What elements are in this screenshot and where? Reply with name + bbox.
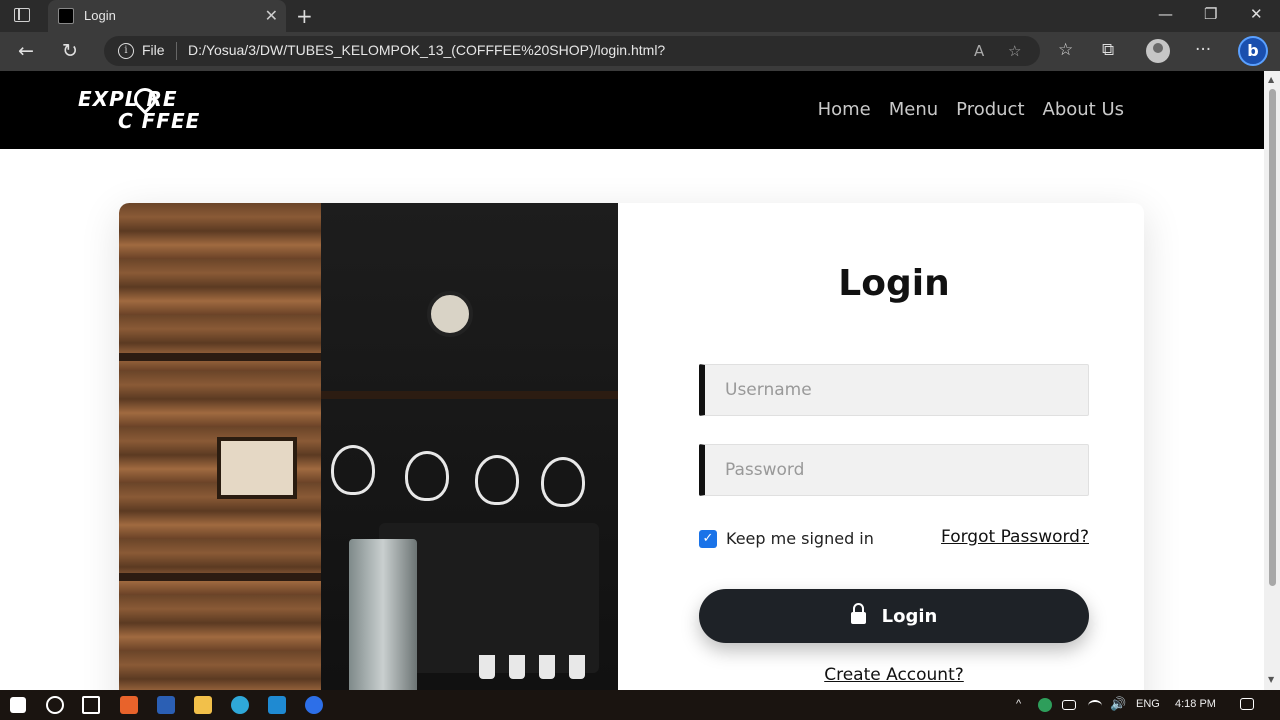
login-title: Login <box>838 263 950 304</box>
wifi-icon[interactable] <box>1088 700 1102 712</box>
volume-icon[interactable]: 🔊 <box>1110 696 1126 712</box>
favorites-icon[interactable]: ☆ <box>1058 40 1073 60</box>
read-aloud-icon[interactable]: A <box>974 42 984 60</box>
search-icon[interactable] <box>46 696 64 714</box>
tab-actions-icon[interactable] <box>14 8 30 22</box>
task-view-icon[interactable] <box>82 696 100 714</box>
language-indicator[interactable]: ENG <box>1136 698 1160 710</box>
shelf <box>119 573 321 581</box>
scroll-up-icon[interactable]: ▲ <box>1268 75 1274 84</box>
browser-tab-bar: Login ✕ + — ❐ ✕ <box>0 0 1280 32</box>
nav-home[interactable]: Home <box>818 99 871 120</box>
login-card: Login Username Password ✓ Keep me signed… <box>119 203 1144 690</box>
nav-about-us[interactable]: About Us <box>1043 99 1125 120</box>
scroll-thumb[interactable] <box>1269 89 1276 586</box>
nav-product[interactable]: Product <box>956 99 1024 120</box>
remember-label[interactable]: Keep me signed in <box>726 529 874 548</box>
shelf <box>321 391 618 399</box>
latte-art-icon <box>405 451 449 501</box>
site-header: EXPL RE C FFEE Home Menu Product About U… <box>0 71 1264 149</box>
back-icon[interactable]: ← <box>18 40 34 62</box>
windows-taskbar: ^ 🔊 ENG 4:18 PM <box>0 690 1280 720</box>
cafe-photo <box>119 203 618 690</box>
vscode-icon[interactable] <box>268 696 286 714</box>
url-text[interactable]: D:/Yosua/3/DW/TUBES_KELOMPOK_13_(COFFFEE… <box>188 42 665 58</box>
more-options-icon[interactable]: ··· <box>1195 40 1211 60</box>
scroll-down-icon[interactable]: ▼ <box>1268 675 1274 684</box>
clock-time[interactable]: 4:18 PM <box>1175 698 1216 710</box>
g-drive-icon[interactable] <box>1038 698 1052 712</box>
page-viewport: EXPL RE C FFEE Home Menu Product About U… <box>0 71 1264 690</box>
battery-icon[interactable] <box>1062 700 1076 710</box>
logo-line-2: C FFEE <box>118 109 201 133</box>
close-tab-icon[interactable]: ✕ <box>265 6 278 25</box>
show-hidden-icon[interactable]: ^ <box>1016 698 1021 710</box>
browser-tab[interactable]: Login ✕ <box>48 0 286 32</box>
forgot-password-link[interactable]: Forgot Password? <box>941 527 1089 547</box>
address-bar[interactable]: i File D:/Yosua/3/DW/TUBES_KELOMPOK_13_(… <box>104 36 1040 66</box>
new-tab-icon[interactable]: + <box>296 4 313 28</box>
lock-icon <box>850 603 866 624</box>
cup <box>539 655 555 679</box>
login-button-label: Login <box>881 605 938 627</box>
tab-title: Login <box>84 8 116 23</box>
wall-sign <box>217 437 297 499</box>
username-input[interactable]: Username <box>699 364 1089 416</box>
scrollbar[interactable]: ▲ ▼ <box>1264 71 1280 690</box>
latte-art-icon <box>331 445 375 495</box>
add-favorite-icon[interactable]: ☆ <box>1008 42 1021 60</box>
bing-icon[interactable]: b <box>1238 36 1268 66</box>
info-icon[interactable]: i <box>118 43 134 59</box>
windows-start-icon[interactable] <box>10 697 26 713</box>
edge-icon[interactable] <box>231 696 249 714</box>
logo-line-1: EXPL RE <box>78 87 178 111</box>
password-input[interactable]: Password <box>699 444 1089 496</box>
profile-avatar[interactable] <box>1146 39 1170 63</box>
address-toolbar: ← ↻ i File D:/Yosua/3/DW/TUBES_KELOMPOK_… <box>0 32 1280 71</box>
favicon-icon <box>58 8 74 24</box>
remember-me: ✓ Keep me signed in <box>699 529 874 548</box>
window-close-icon[interactable]: ✕ <box>1250 5 1263 23</box>
word-icon[interactable] <box>157 696 175 714</box>
login-form: Login Username Password ✓ Keep me signed… <box>699 203 1089 690</box>
create-account-link[interactable]: Create Account? <box>699 665 1089 685</box>
clock-icon <box>427 291 473 337</box>
collections-icon[interactable]: ⧉ <box>1102 40 1114 60</box>
latte-art-icon <box>541 457 585 507</box>
restore-icon[interactable]: ❐ <box>1204 5 1217 23</box>
shelf <box>119 353 321 361</box>
notifications-icon[interactable] <box>1240 698 1254 710</box>
site-logo[interactable]: EXPL RE C FFEE <box>78 83 201 133</box>
cup <box>479 655 495 679</box>
grinder <box>349 539 417 690</box>
zoom-icon[interactable] <box>305 696 323 714</box>
url-scheme: File <box>142 42 165 58</box>
main-nav: Home Menu Product About Us <box>818 99 1124 120</box>
url-divider <box>176 42 177 60</box>
remember-checkbox[interactable]: ✓ <box>699 529 717 548</box>
xampp-icon[interactable] <box>120 696 138 714</box>
cup <box>569 655 585 679</box>
refresh-icon[interactable]: ↻ <box>62 40 78 62</box>
file-explorer-icon[interactable] <box>194 696 212 714</box>
nav-menu[interactable]: Menu <box>889 99 938 120</box>
login-button[interactable]: Login <box>699 589 1089 643</box>
minimize-icon[interactable]: — <box>1158 5 1173 23</box>
latte-art-icon <box>475 455 519 505</box>
cup <box>509 655 525 679</box>
